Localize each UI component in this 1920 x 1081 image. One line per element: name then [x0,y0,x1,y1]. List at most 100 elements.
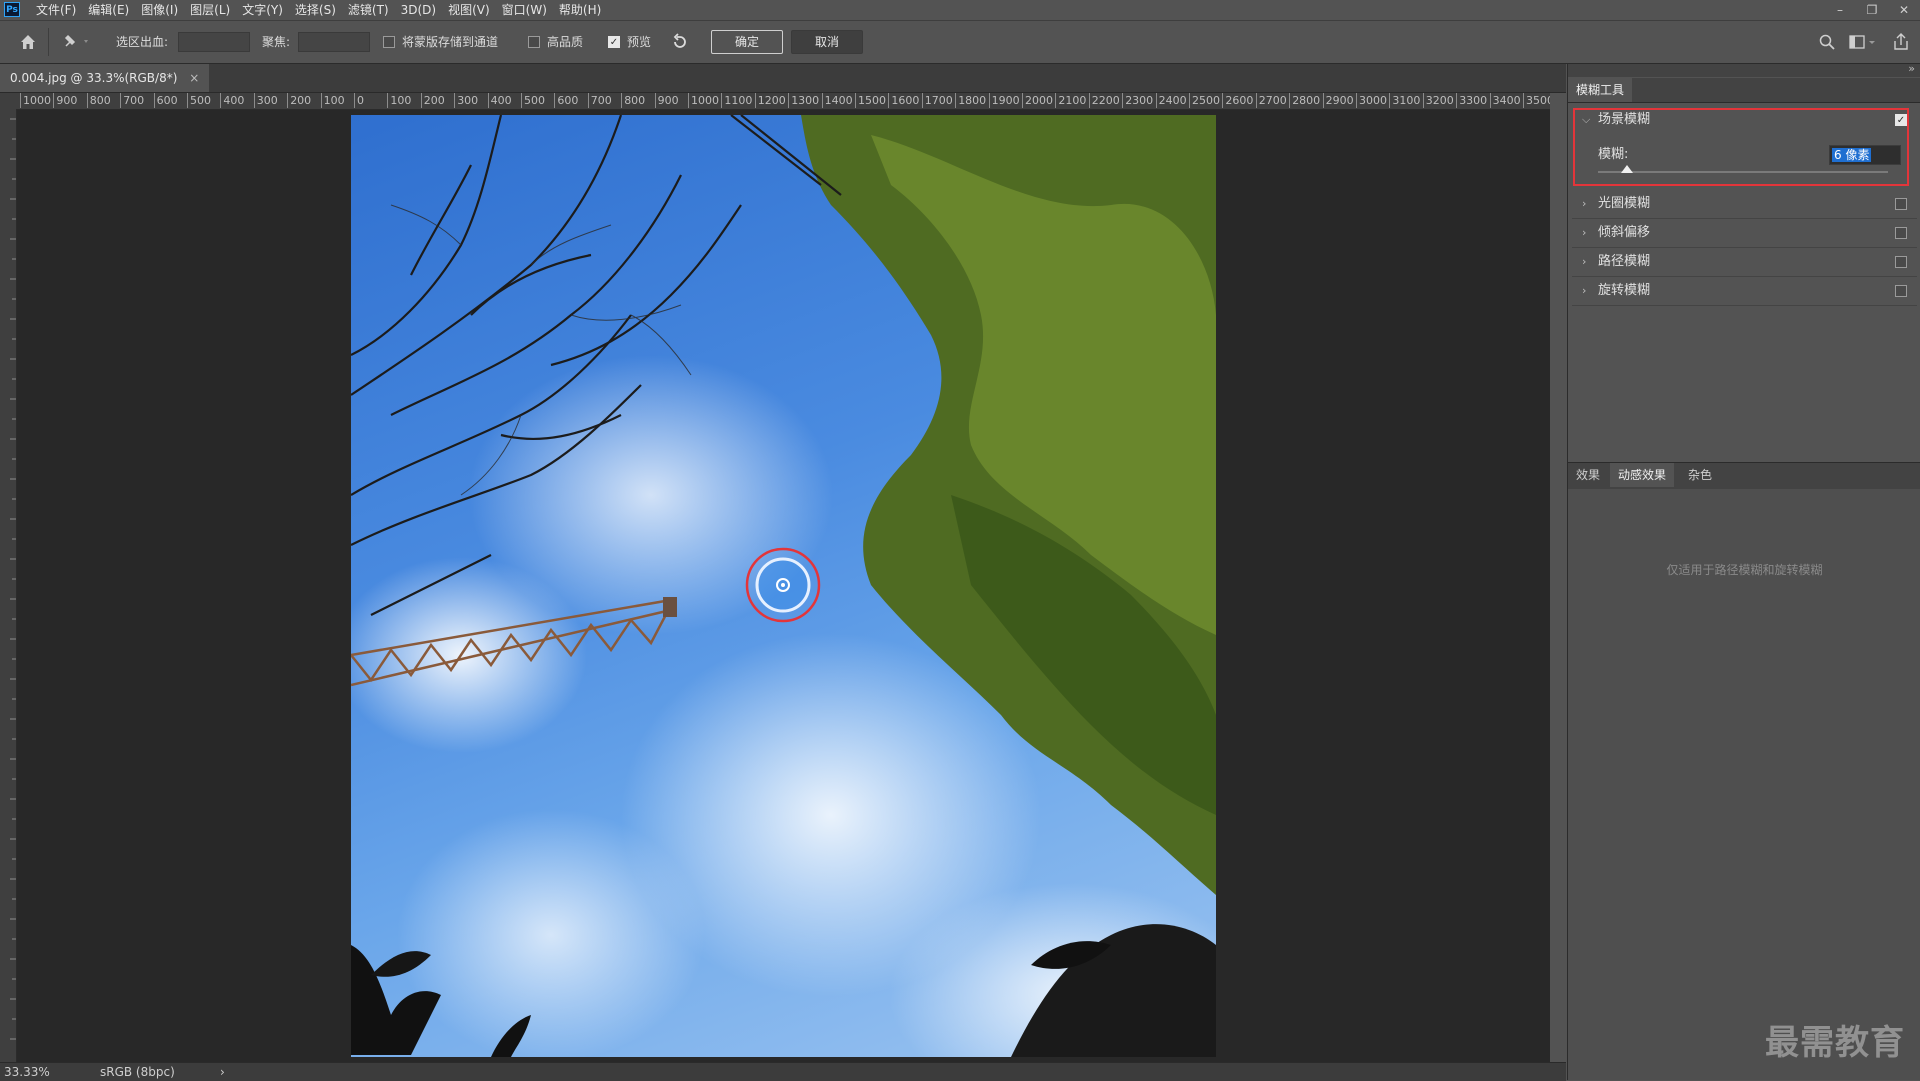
blur-row-label: 光圈模糊 [1598,196,1651,211]
selection-bleed-label: 选区出血: [116,35,169,49]
effects-note: 仅适用于路径模糊和旋转模糊 [1666,563,1823,577]
menu-layer[interactable]: 图层(L) [184,0,236,20]
high-quality-checkbox[interactable] [528,36,540,48]
ruler-label: 3000 [1356,93,1387,108]
chevron-right-icon[interactable]: › [1582,219,1586,247]
menu-list: 文件(F) 编辑(E) 图像(I) 图层(L) 文字(Y) 选择(S) 滤镜(T… [30,0,607,20]
minimize-button[interactable]: – [1824,0,1856,20]
ruler-label: 1000 [20,93,51,108]
cancel-button[interactable]: 取消 [791,30,863,54]
ruler-label: 600 [153,93,178,108]
home-icon[interactable] [18,32,38,52]
chevron-right-icon[interactable]: › [1582,190,1586,218]
ruler-label: 1200 [754,93,786,108]
menu-help[interactable]: 帮助(H) [553,0,607,20]
vertical-ruler[interactable] [0,109,17,1062]
ruler-label: 900 [53,93,77,108]
ruler-label: 2200 [1088,93,1120,108]
ruler-label: 3100 [1389,93,1420,108]
menu-edit[interactable]: 编辑(E) [82,0,135,20]
tab-blur-tools[interactable]: 模糊工具 [1568,78,1633,102]
ruler-label: 1100 [721,93,752,108]
ruler-label: 700 [587,93,612,108]
selection-bleed-input[interactable] [178,32,250,52]
preview-label: 预览 [627,35,652,49]
preview-checkbox[interactable]: ✓ [608,36,620,48]
menu-window[interactable]: 窗口(W) [496,0,553,20]
blur-pin-icon[interactable] [745,547,821,623]
panel-collapse-bar[interactable]: » [1568,62,1920,77]
tab-noise[interactable]: 杂色 [1680,463,1720,487]
blur-row-path[interactable]: › 路径模糊 [1572,248,1917,277]
blur-amount-slider[interactable] [1598,171,1888,173]
ruler-label: 1400 [821,93,853,108]
watermark: 最需教育 [1765,1023,1905,1063]
close-window-button[interactable]: ✕ [1888,0,1920,20]
document-tab[interactable]: 0.004.jpg @ 33.3%(RGB/8*) × [0,64,210,92]
blur-row-label: 场景模糊 [1598,112,1651,127]
zoom-level[interactable]: 33.33% [4,1063,50,1081]
iris-blur-checkbox[interactable] [1895,198,1907,210]
path-blur-checkbox[interactable] [1895,256,1907,268]
ruler-label: 1300 [788,93,819,108]
reset-icon[interactable] [671,33,689,51]
ruler-corner [0,93,16,109]
document-tab-close-icon[interactable]: × [189,71,199,85]
tab-effects[interactable]: 效果 [1568,463,1608,487]
photoshop-logo: Ps [4,2,20,17]
blur-row-spin[interactable]: › 旋转模糊 [1572,277,1917,306]
chevron-down-icon[interactable]: ⌵ [1582,106,1590,134]
document-tab-title: 0.004.jpg @ 33.3%(RGB/8*) [10,71,178,85]
blur-amount-input[interactable]: 6 像素 [1829,145,1901,165]
ruler-label: 500 [521,93,545,108]
chevron-right-icon[interactable]: › [1582,277,1586,305]
menu-select[interactable]: 选择(S) [289,0,342,20]
ok-button[interactable]: 确定 [711,30,783,54]
menu-filter[interactable]: 滤镜(T) [342,0,395,20]
ruler-label: 500 [187,93,211,108]
ruler-label: 2300 [1122,93,1153,108]
chevron-right-icon[interactable]: › [1582,248,1586,276]
ruler-label: 2600 [1222,93,1253,108]
share-icon[interactable] [1892,32,1910,52]
blur-row-field[interactable]: ⌵ 场景模糊 ✓ [1572,106,1917,134]
status-menu-arrow-icon[interactable]: › [220,1063,225,1081]
search-icon[interactable] [1818,33,1836,51]
save-mask-checkbox[interactable] [383,36,395,48]
ruler-label: 2100 [1055,93,1086,108]
restore-button[interactable]: ❐ [1856,0,1888,20]
ruler-label: 800 [621,93,645,108]
ruler-label: 1800 [955,93,986,108]
focus-input[interactable] [298,32,370,52]
blur-row-label: 倾斜偏移 [1598,225,1651,240]
blur-row-tilt-shift[interactable]: › 倾斜偏移 [1572,219,1917,248]
ruler-label: 3500 [1523,93,1550,108]
menu-view[interactable]: 视图(V) [442,0,496,20]
workspace-icon[interactable] [1848,33,1878,51]
blur-slider-handle[interactable] [1621,165,1633,173]
ruler-label: 1900 [988,93,1020,108]
menu-type[interactable]: 文字(Y) [236,0,289,20]
collapse-icon[interactable]: » [1908,62,1915,75]
tab-motion-effects[interactable]: 动感效果 [1610,463,1675,487]
ruler-label: 2900 [1322,93,1354,108]
photo-canvas[interactable] [351,115,1216,1057]
ruler-label: 800 [86,93,111,108]
window-controls: – ❐ ✕ [1824,0,1920,20]
ruler-label: 700 [120,93,144,108]
menu-3d[interactable]: 3D(D) [395,0,442,20]
field-blur-checkbox[interactable]: ✓ [1895,114,1907,126]
menu-file[interactable]: 文件(F) [30,0,82,20]
effects-tab-bar: 效果 动感效果 杂色 [1568,462,1920,490]
ruler-label: 400 [220,93,244,108]
ruler-label: 1700 [921,93,953,108]
tilt-shift-checkbox[interactable] [1895,227,1907,239]
blur-row-iris[interactable]: › 光圈模糊 [1572,190,1917,219]
pin-tool-icon[interactable] [60,32,92,52]
spin-blur-checkbox[interactable] [1895,285,1907,297]
menu-image[interactable]: 图像(I) [135,0,184,20]
high-quality-label: 高品质 [547,35,584,49]
horizontal-ruler[interactable]: 1000 900 800 700 600 500 400 300 200 100 0 100 200 30… [16,93,1550,110]
menu-bar: Ps 文件(F) 编辑(E) 图像(I) 图层(L) 文字(Y) 选择(S) 滤… [0,0,1920,21]
ruler-label: 2700 [1255,93,1287,108]
